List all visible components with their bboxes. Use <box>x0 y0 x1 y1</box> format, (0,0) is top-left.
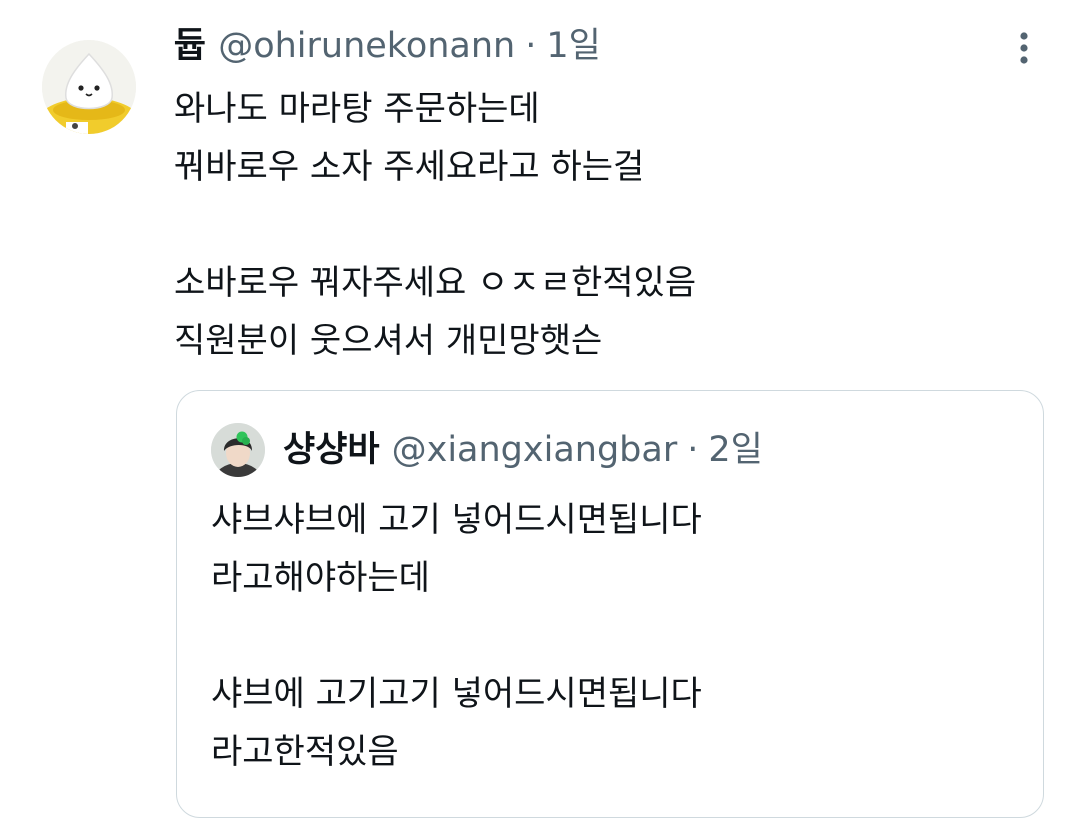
more-vertical-icon <box>1020 32 1028 64</box>
tweet-timestamp[interactable]: 1일 <box>546 22 600 70</box>
quoted-text-line: 라고해야하는데 <box>211 558 430 598</box>
tweet-text: 와나도 마라탕 주문하는데 꿔바로우 소자 주세요라고 하는걸 소바로우 꿔자주… <box>174 80 994 370</box>
profile-photo-avatar-icon <box>211 423 265 477</box>
author-handle[interactable]: @ohirunekonann <box>218 22 515 70</box>
author-name[interactable]: 듑 <box>174 22 206 70</box>
separator-dot: · <box>525 26 537 66</box>
quoted-tweet-timestamp[interactable]: 2일 <box>708 425 762 475</box>
quoted-text-line: 샤브샤브에 고기 넣어드시면됩니다 <box>211 500 702 540</box>
quoted-author-avatar[interactable] <box>211 423 265 477</box>
tweet-text-blank-line <box>174 196 994 254</box>
quoted-tweet[interactable]: 샹샹바 @xiangxiangbar · 2일 샤브샤브에 고기 넣어드시면됩니… <box>176 390 1044 818</box>
more-options-button[interactable] <box>1008 28 1040 68</box>
quoted-author-handle[interactable]: @xiangxiangbar <box>392 425 678 475</box>
quoted-text-line: 샤브에 고기고기 넣어드시면됩니다 <box>211 674 702 714</box>
separator-dot: · <box>687 430 699 470</box>
quoted-text-blank-line <box>211 607 1011 665</box>
tweet-text-line: 꿔바로우 소자 주세요라고 하는걸 <box>174 147 645 187</box>
tweet-text-line: 직원분이 웃으셔서 개민망햇슨 <box>174 321 603 361</box>
quoted-author-name[interactable]: 샹샹바 <box>283 425 380 475</box>
tweet-text-line: 소바로우 꿔자주세요 ㅇㅈㄹ한적있음 <box>174 263 697 303</box>
quoted-text-line: 라고한적있음 <box>211 732 399 772</box>
mascot-avatar-icon <box>42 40 136 134</box>
author-avatar[interactable] <box>42 40 136 134</box>
tweet-text-line: 와나도 마라탕 주문하는데 <box>174 89 540 129</box>
quoted-tweet-header: 샹샹바 @xiangxiangbar · 2일 <box>283 425 763 475</box>
quoted-tweet-text: 샤브샤브에 고기 넣어드시면됩니다 라고해야하는데 샤브에 고기고기 넣어드시면… <box>211 491 1011 781</box>
tweet-header: 듑 @ohirunekonann · 1일 <box>174 22 601 70</box>
